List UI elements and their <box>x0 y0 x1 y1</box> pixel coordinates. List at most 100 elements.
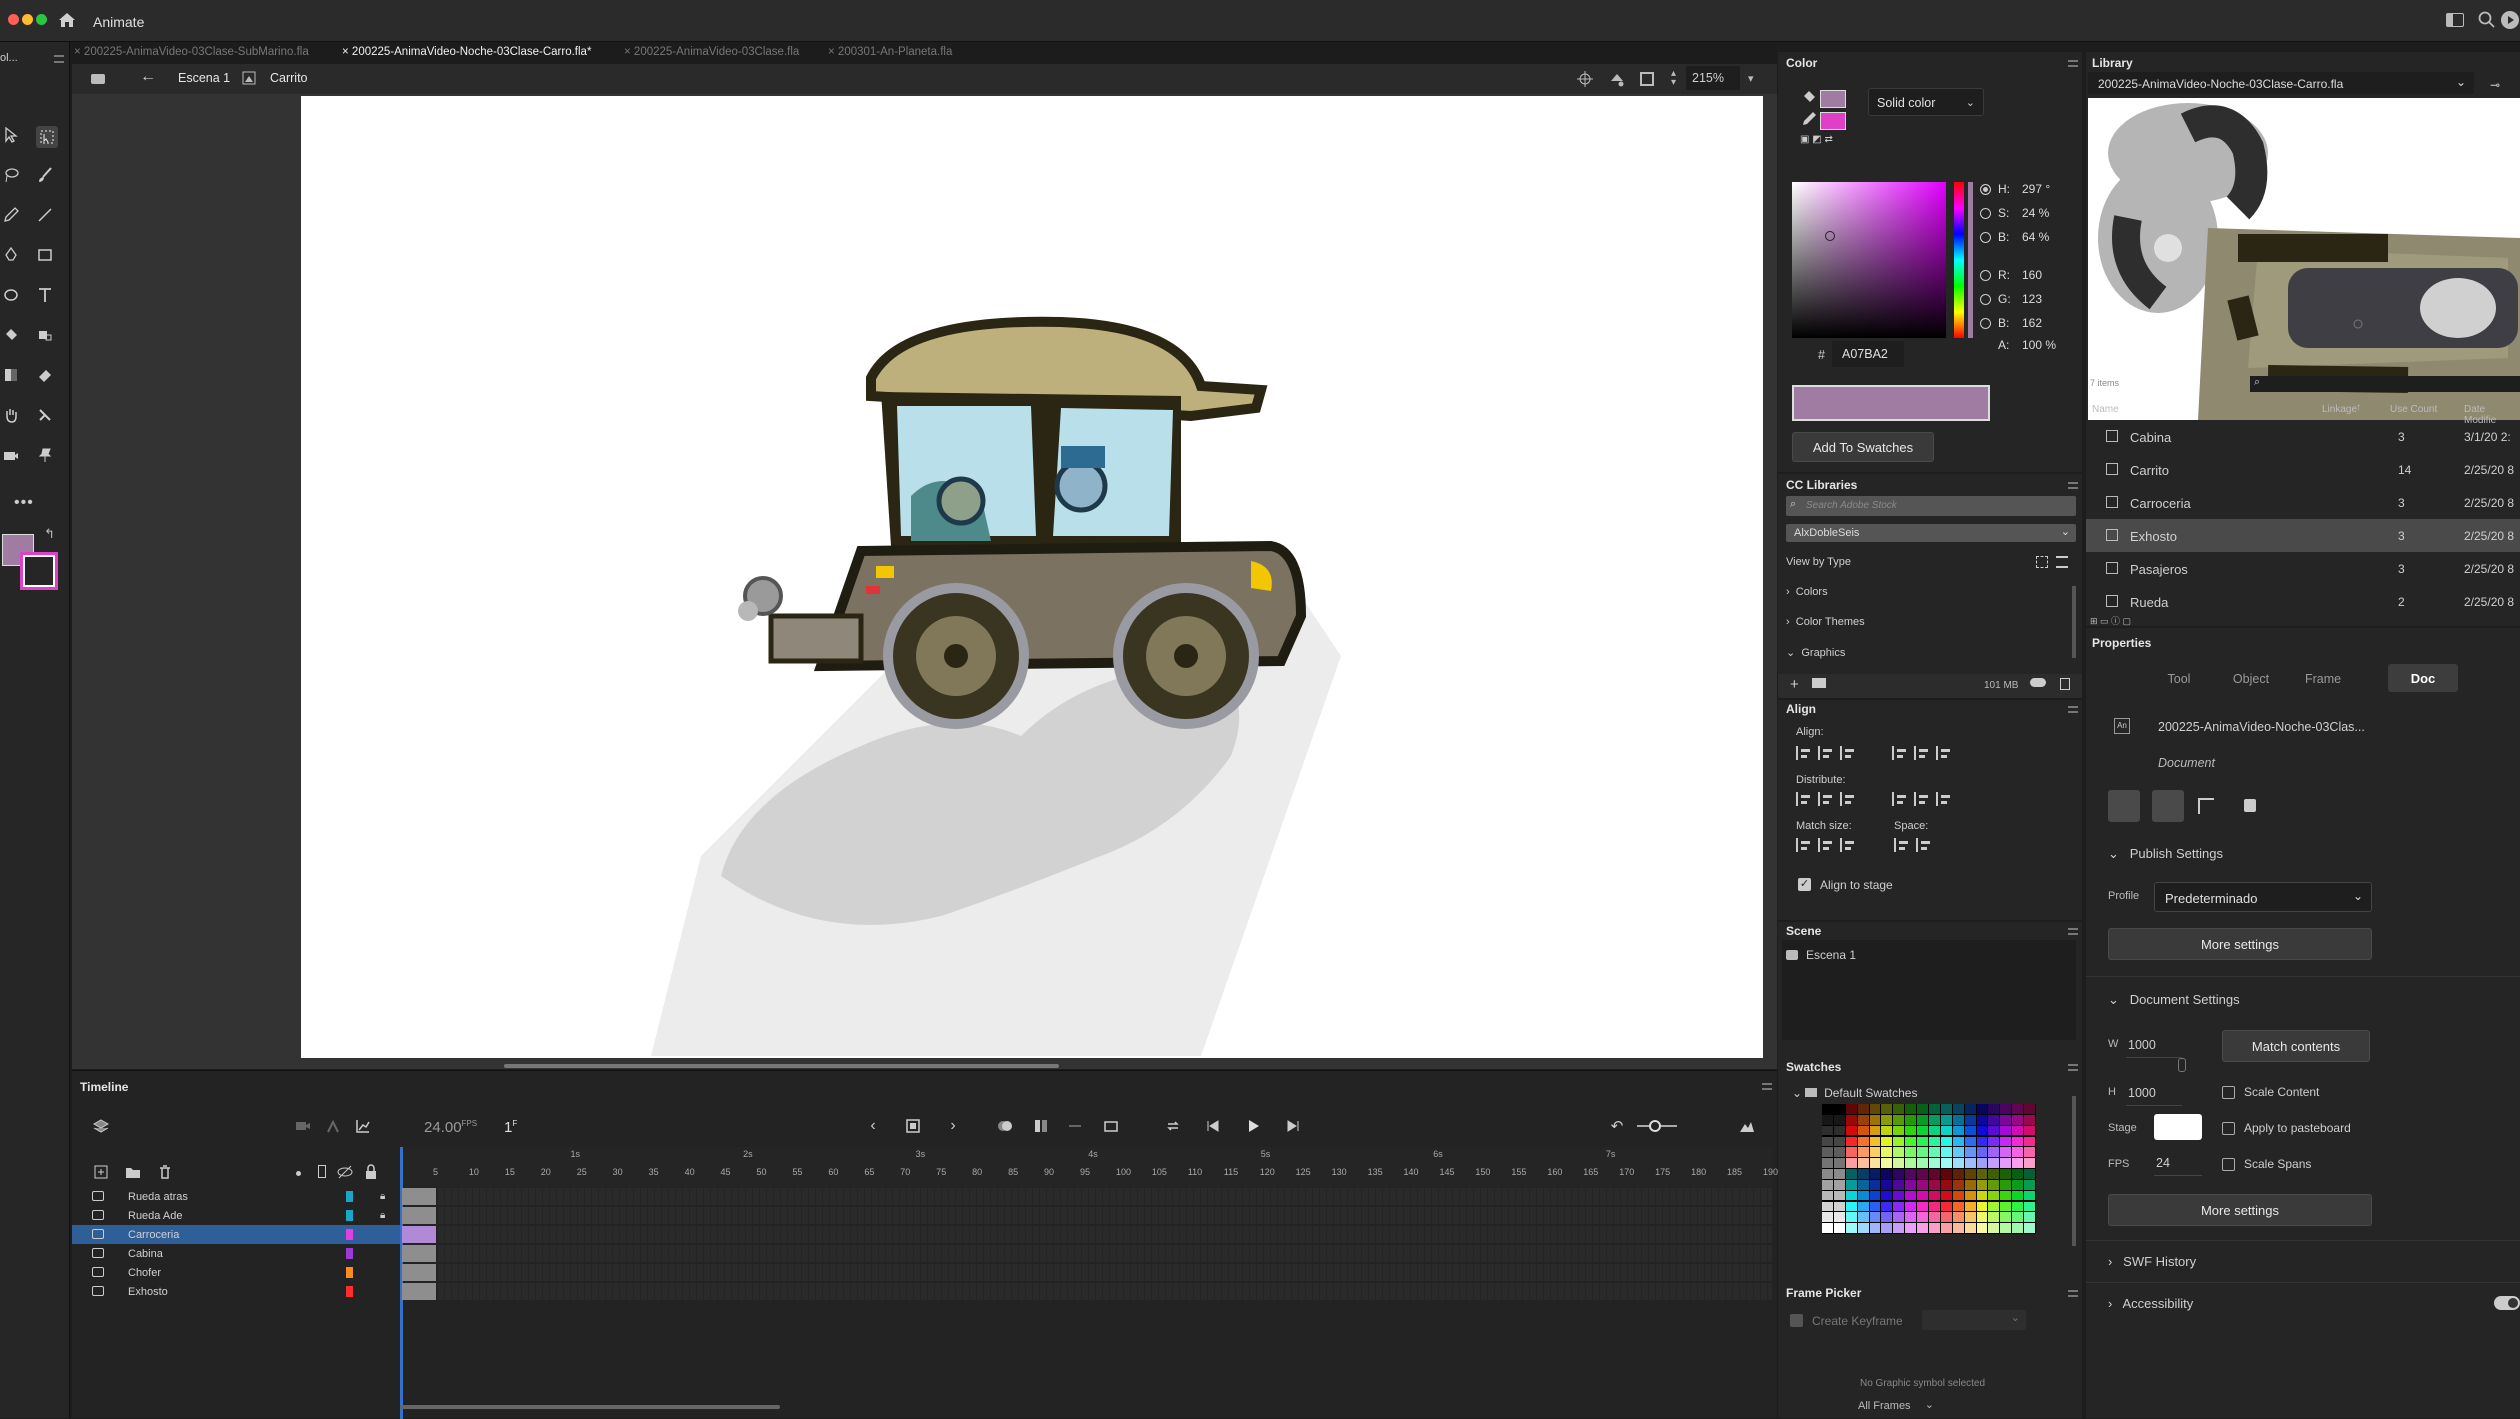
align-option-icon[interactable] <box>1840 746 1854 760</box>
pencil-tool-icon[interactable] <box>2 206 20 224</box>
color-swatch-cell[interactable] <box>1822 1104 1833 1114</box>
color-swatch-cell[interactable] <box>1869 1104 1881 1114</box>
keyframe-cell[interactable] <box>402 1245 436 1262</box>
tab-close-icon[interactable]: × <box>828 46 838 58</box>
current-frame-value[interactable]: 1F <box>504 1119 517 1136</box>
insert-keyframe-icon[interactable] <box>904 1117 922 1135</box>
color-swatch-cell[interactable] <box>1976 1201 1988 1212</box>
color-swatch-cell[interactable] <box>1881 1190 1893 1201</box>
stroke-color-swatch[interactable] <box>20 552 58 590</box>
center-stage-icon[interactable] <box>1577 71 1593 87</box>
color-swatch-cell[interactable] <box>1833 1158 1845 1168</box>
camera-tool-icon[interactable] <box>2 446 20 464</box>
color-swatch-cell[interactable] <box>1988 1212 2000 1223</box>
tab-tool[interactable]: Tool <box>2144 672 2214 686</box>
color-swatch-cell[interactable] <box>2024 1223 2035 1233</box>
visibility-toggle-icon[interactable] <box>336 1163 354 1181</box>
color-swatch-cell[interactable] <box>1893 1179 1905 1190</box>
width-input[interactable]: 1000 <box>2126 1034 2182 1058</box>
color-swatch-cell[interactable] <box>1964 1179 1976 1190</box>
color-picker-field[interactable] <box>1792 182 1946 338</box>
panel-menu-icon[interactable] <box>2068 482 2078 489</box>
color-swatch-cell[interactable] <box>1988 1190 2000 1201</box>
play-test-icon[interactable] <box>2501 11 2519 29</box>
color-swatch-cell[interactable] <box>1929 1212 1940 1223</box>
column-name[interactable]: Name <box>2092 404 2119 415</box>
fill-bucket-icon[interactable] <box>1800 88 1818 106</box>
color-swatch-cell[interactable] <box>1845 1158 1857 1168</box>
align-option-icon[interactable] <box>1840 792 1854 806</box>
color-swatch-cell[interactable] <box>1976 1179 1988 1190</box>
library-row[interactable]: Rueda 2 2/25/20 8 <box>2086 585 2520 618</box>
scene-item[interactable]: Escena 1 <box>1806 948 1856 962</box>
scale-spans-checkbox[interactable] <box>2222 1158 2235 1171</box>
color-swatch-cell[interactable] <box>2000 1190 2012 1201</box>
color-swatch-cell[interactable] <box>1917 1212 1928 1223</box>
color-swatch-cell[interactable] <box>1988 1147 2000 1158</box>
align-option-icon[interactable] <box>1892 746 1906 760</box>
color-swatch-cell[interactable] <box>2024 1104 2035 1114</box>
color-mode-radio[interactable] <box>1980 270 1991 281</box>
color-swatch-cell[interactable] <box>1869 1190 1881 1201</box>
zoom-dropdown-icon[interactable]: ▾ <box>1748 72 1754 85</box>
color-swatch-cell[interactable] <box>1917 1136 1928 1147</box>
fill-type-select[interactable]: Solid color ⌄ <box>1868 88 1984 116</box>
color-picker-cursor[interactable] <box>1825 231 1835 241</box>
panel-menu-icon[interactable] <box>54 55 64 63</box>
lock-icon[interactable]: 🔒︎ <box>380 1210 385 1221</box>
color-swatch-cell[interactable] <box>1857 1169 1869 1179</box>
create-keyframe-checkbox[interactable] <box>1790 1314 1803 1327</box>
pasteboard-icon[interactable] <box>2198 798 2214 814</box>
grid-view-icon[interactable] <box>2036 556 2048 568</box>
new-layer-icon[interactable] <box>92 1163 110 1181</box>
color-swatch-cell[interactable] <box>1893 1223 1905 1233</box>
list-view-icon[interactable] <box>2056 556 2068 568</box>
color-mode-radio[interactable] <box>1980 232 1991 243</box>
color-swatch-cell[interactable] <box>1881 1104 1893 1114</box>
color-swatch-cell[interactable] <box>1857 1212 1869 1223</box>
more-tools-icon[interactable]: ••• <box>14 494 34 512</box>
timeline-layer-row[interactable]: Rueda atras 🔒︎ <box>72 1187 1777 1206</box>
edit-multiple-frames-icon[interactable] <box>1032 1117 1050 1135</box>
color-swatch-cell[interactable] <box>1845 1201 1857 1212</box>
library-row[interactable]: Pasajeros 3 2/25/20 8 <box>2086 552 2520 585</box>
timeline-layer-row[interactable]: Cabina <box>72 1244 1777 1263</box>
color-swatch-cell[interactable] <box>1822 1179 1833 1190</box>
edit-symbols-icon[interactable] <box>1609 71 1625 87</box>
color-swatch-cell[interactable] <box>1917 1125 1928 1136</box>
color-swatch-cell[interactable] <box>1940 1179 1952 1190</box>
color-swatch-cell[interactable] <box>2000 1169 2012 1179</box>
color-swatch-cell[interactable] <box>1952 1223 1964 1233</box>
color-swatch-cell[interactable] <box>1976 1190 1988 1201</box>
color-swatch-cell[interactable] <box>1822 1158 1833 1168</box>
color-swatch-cell[interactable] <box>1822 1169 1833 1179</box>
align-option-icon[interactable] <box>1796 838 1810 852</box>
color-swatch-cell[interactable] <box>1869 1201 1881 1212</box>
color-swatch-cell[interactable] <box>1952 1104 1964 1114</box>
carrito-drawing[interactable] <box>301 96 1763 1058</box>
color-swatch-cell[interactable] <box>1964 1104 1976 1114</box>
color-swatch-cell[interactable] <box>1952 1114 1964 1125</box>
color-swatch-cell[interactable] <box>1833 1190 1845 1201</box>
color-swatch-cell[interactable] <box>1869 1147 1881 1158</box>
zoom-stepper-icon[interactable]: ▴ ▾ <box>1671 69 1676 88</box>
keyframe-cell[interactable] <box>402 1283 436 1300</box>
color-swatch-cell[interactable] <box>1822 1212 1833 1223</box>
layers-toggle-icon[interactable] <box>92 1117 110 1135</box>
clip-content-icon[interactable] <box>1640 72 1654 86</box>
color-swatch-cell[interactable] <box>1881 1158 1893 1168</box>
color-swatch-cell[interactable] <box>1964 1190 1976 1201</box>
color-swatch-cell[interactable] <box>1857 1104 1869 1114</box>
color-swatch-cell[interactable] <box>1964 1169 1976 1179</box>
color-swatch-cell[interactable] <box>2000 1201 2012 1212</box>
align-to-stage-checkbox[interactable]: ✓ <box>1798 878 1811 891</box>
color-swatch-cell[interactable] <box>1976 1169 1988 1179</box>
color-swatch-cell[interactable] <box>1940 1190 1952 1201</box>
color-swatch-cell[interactable] <box>2000 1223 2012 1233</box>
cloud-icon[interactable] <box>2030 678 2046 687</box>
color-swatch-cell[interactable] <box>1822 1114 1833 1125</box>
color-swatch-cell[interactable] <box>1869 1125 1881 1136</box>
new-folder-icon[interactable] <box>124 1163 142 1181</box>
color-swatch-cell[interactable] <box>2024 1179 2035 1190</box>
play-icon[interactable] <box>1244 1117 1262 1135</box>
